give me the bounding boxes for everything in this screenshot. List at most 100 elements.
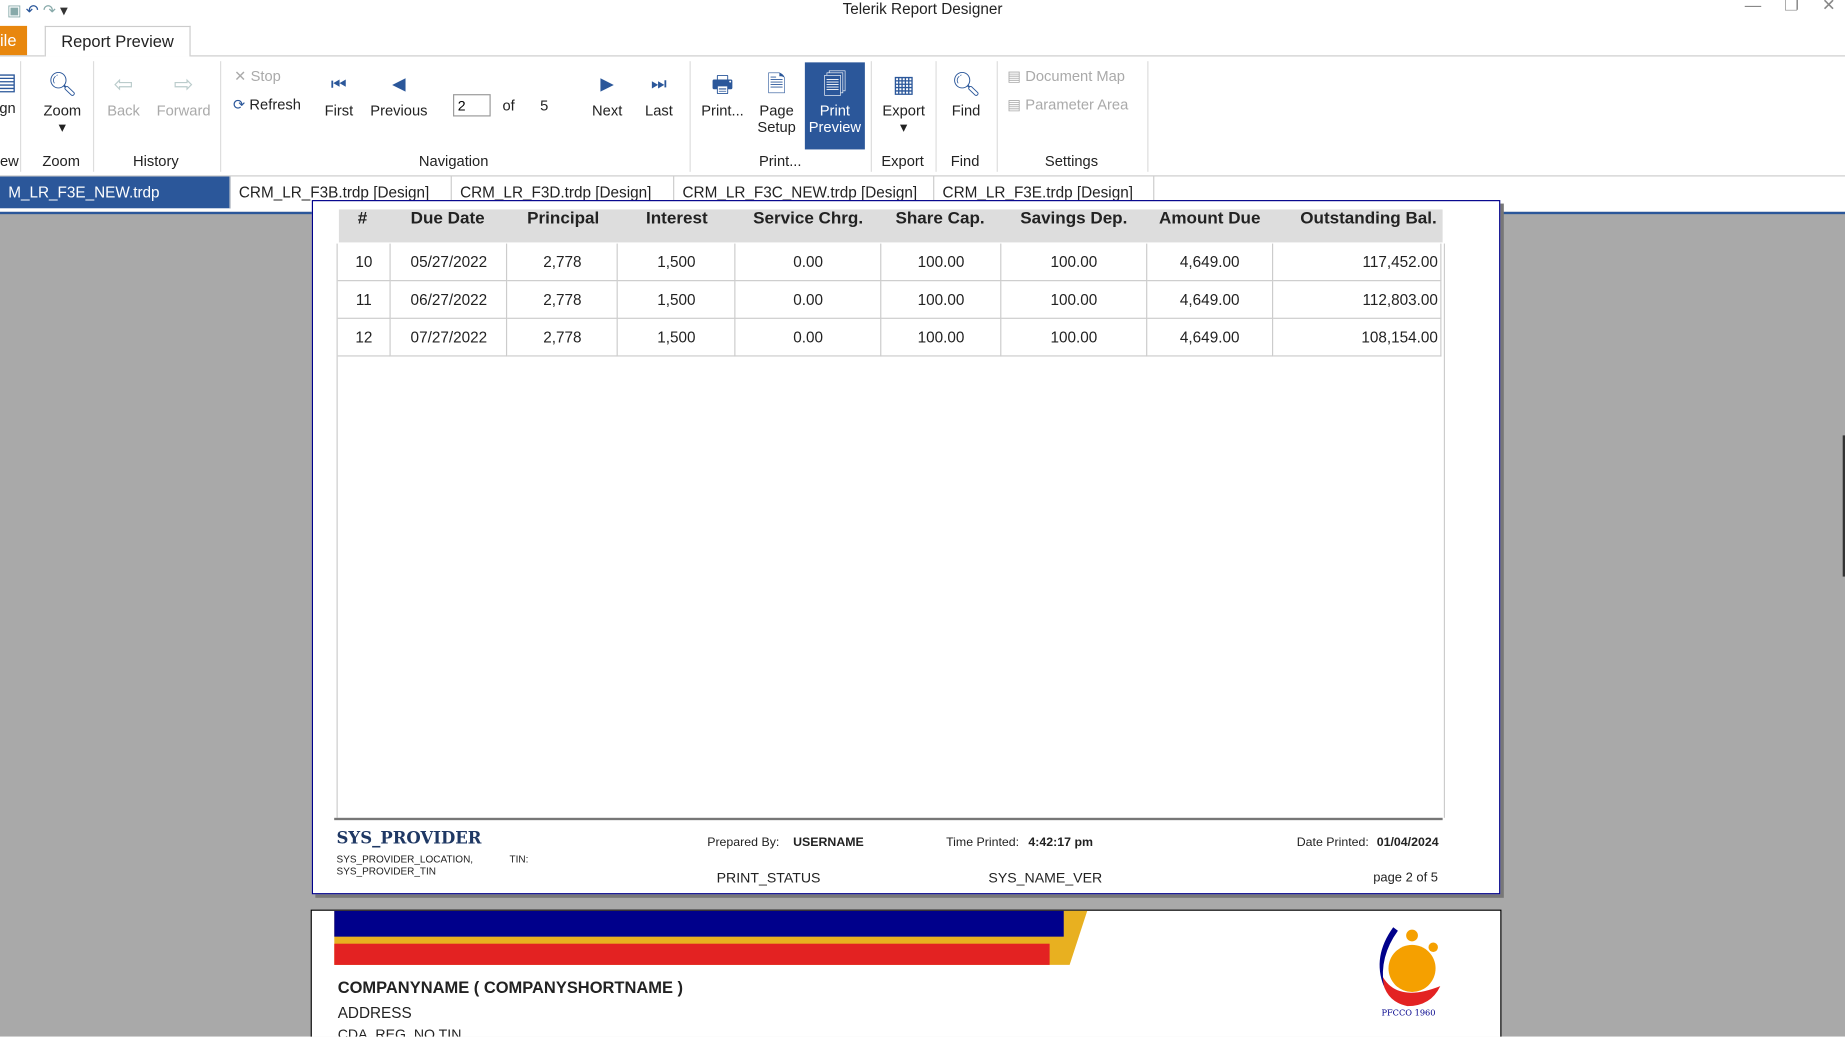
col-header: Principal [527, 209, 600, 229]
find-button[interactable]: 🔍︎ Find [944, 67, 989, 119]
table-cell: 2,778 [507, 243, 619, 282]
last-page-button[interactable]: ⏭ Last [639, 67, 679, 119]
design-button[interactable]: ▤ign [0, 65, 21, 117]
arrow-left-icon: ⇦ [113, 71, 134, 98]
zoom-label: Zoom [43, 102, 82, 119]
forward-button[interactable]: ⇨ Forward [153, 67, 214, 119]
export-icon: ▦ [892, 71, 915, 98]
print-label: Print... [701, 102, 744, 119]
next-page-button[interactable]: ▶ Next [586, 67, 628, 119]
group-settings: Settings [1044, 152, 1099, 170]
document-map-icon: ▤ [1007, 68, 1022, 85]
table-cell: 05/27/2022 [390, 243, 508, 282]
doc-tab-preview[interactable]: M_LR_F3E_NEW.trdp [Preview]✕ [0, 176, 231, 233]
provider-tin: SYS_PROVIDER_TIN [336, 864, 437, 877]
table-cell: 1,500 [617, 243, 736, 282]
table-cell: 117,452.00 [1272, 243, 1442, 282]
group-history: History [132, 152, 179, 170]
export-button[interactable]: ▦ Export ▾ [879, 67, 928, 135]
group-print: Print... [758, 152, 802, 170]
tin-label: TIN: [509, 853, 529, 865]
back-button[interactable]: ⇦ Back [104, 67, 144, 119]
parameter-area-button[interactable]: ▤ Parameter Area [1007, 95, 1129, 113]
time-printed: 4:42:17 pm [1028, 835, 1093, 850]
group-export: Export [881, 152, 924, 170]
window-controls: — ❐ ✕ [1745, 0, 1836, 15]
table-cell: 100.00 [881, 280, 1002, 319]
svg-text:PFCCO 1960: PFCCO 1960 [1381, 1007, 1435, 1017]
print-preview-icon: 🗐 [823, 71, 847, 98]
table-cell: 10 [337, 243, 392, 282]
group-find: Find [950, 152, 980, 170]
window-title: Telerik Report Designer [842, 0, 1003, 18]
design-icon: ▤ [0, 65, 21, 100]
group-view: ew [0, 152, 19, 170]
company-name: COMPANYNAME ( COMPANYSHORTNAME ) [337, 977, 684, 997]
col-header: Outstanding Bal. [1300, 209, 1437, 229]
first-page-button[interactable]: ⏮ First [318, 67, 360, 119]
col-header: Amount Due [1159, 209, 1261, 229]
table-cell: 100.00 [881, 243, 1002, 282]
last-page-icon: ⏭ [650, 74, 667, 95]
refresh-icon: ⟳ [232, 96, 246, 113]
table-cell: 12 [337, 318, 392, 357]
page-setup-icon: 🗎 [767, 71, 787, 98]
print-preview-label: Print Preview [808, 102, 862, 136]
document-map-button[interactable]: ▤ Document Map [1007, 67, 1125, 85]
document-map-label: Document Map [1025, 68, 1125, 85]
first-page-icon: ⏮ [330, 74, 347, 95]
print-button[interactable]: 🖶 Print... [698, 67, 747, 119]
group-navigation: Navigation [418, 152, 489, 170]
page-indicator: page 2 of 5 [1373, 870, 1439, 885]
amortization-table: 10 05/27/2022 2,778 1,500 0.00 100.00 100.00 4,… [337, 243, 1442, 357]
group-zoom: Zoom [42, 152, 80, 170]
time-label: Time Printed: [946, 835, 1020, 850]
company-address: ADDRESS [337, 1003, 412, 1022]
date-label: Date Printed: [1296, 835, 1369, 850]
table-cell: 1,500 [617, 280, 736, 319]
close-icon[interactable]: ✕ [1822, 0, 1836, 14]
company-reg: CDA_REG_NO TIN [337, 1026, 462, 1037]
back-label: Back [107, 102, 140, 119]
next-label: Next [592, 102, 623, 119]
print-preview-button[interactable]: 🗐 Print Preview [804, 62, 865, 150]
zoom-button[interactable]: 🔍︎ Zoom ▾ [39, 67, 86, 135]
header-banner [334, 910, 1088, 965]
arrow-right-icon: ⇨ [173, 71, 194, 98]
total-pages: 5 [540, 97, 549, 115]
table-cell: 100.00 [1000, 318, 1148, 357]
minimize-icon[interactable]: — [1745, 0, 1761, 14]
col-header: Share Cap. [895, 209, 985, 229]
report-preview-tab[interactable]: Report Preview [44, 25, 191, 57]
stop-button[interactable]: ✕ Stop [234, 67, 281, 84]
first-label: First [324, 102, 354, 119]
previous-label: Previous [370, 102, 428, 119]
print-status: PRINT_STATUS [716, 869, 821, 887]
restore-icon[interactable]: ❐ [1784, 0, 1799, 14]
col-header: Due Date [410, 209, 485, 229]
footer-rule [334, 817, 1443, 821]
table-header: # Due Date Principal Interest Service Ch… [338, 209, 1443, 243]
table-cell: 07/27/2022 [390, 318, 508, 357]
page-setup-button[interactable]: 🗎 Page Setup [753, 67, 800, 135]
table-cell: 1,500 [617, 318, 736, 357]
export-label: Export [882, 102, 925, 119]
date-printed: 01/04/2024 [1376, 835, 1439, 850]
file-tab[interactable]: ile [0, 25, 28, 56]
table-cell: 4,649.00 [1146, 318, 1274, 357]
table-cell: 0.00 [735, 243, 882, 282]
table-cell: 4,649.00 [1146, 280, 1274, 319]
col-header: Savings Dep. [1020, 209, 1128, 229]
previous-page-button[interactable]: ◀ Previous [367, 67, 431, 119]
printer-icon: 🖶 [711, 71, 734, 98]
page-number-input[interactable] [453, 94, 491, 117]
page-setup-label: Page Setup [757, 102, 796, 136]
next-icon: ▶ [600, 74, 614, 95]
parameter-area-label: Parameter Area [1025, 96, 1129, 113]
design-label: ign [0, 100, 16, 117]
refresh-button[interactable]: ⟳ Refresh [232, 95, 301, 113]
of-label: of [502, 97, 515, 115]
prepared-by: USERNAME [793, 835, 864, 850]
find-icon: 🔍︎ [951, 71, 982, 98]
table-cell: 100.00 [1000, 280, 1148, 319]
